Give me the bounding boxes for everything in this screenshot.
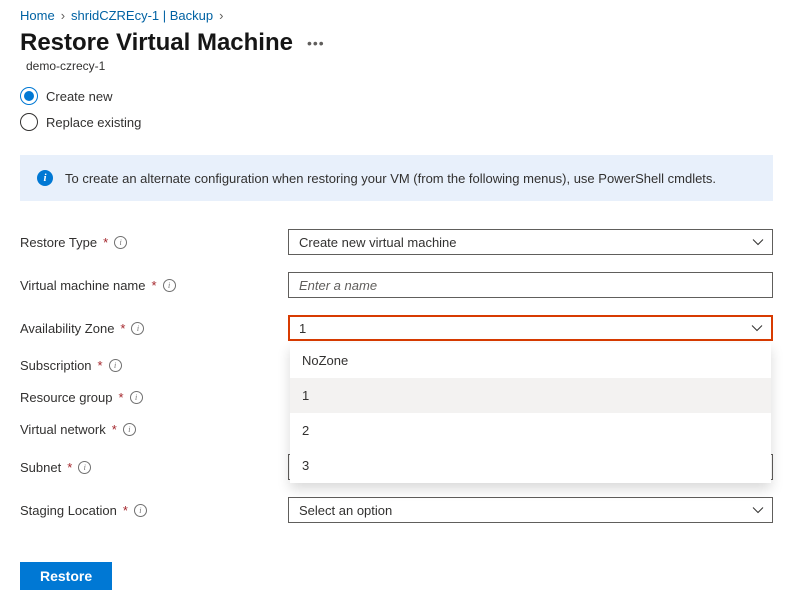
- virtual-network-label: Virtual network* i: [20, 422, 288, 437]
- breadcrumb-item[interactable]: shridCZREcy-1 | Backup: [71, 8, 213, 23]
- subnet-label: Subnet* i: [20, 460, 288, 475]
- info-banner: i To create an alternate configuration w…: [20, 155, 773, 201]
- info-banner-text: To create an alternate configuration whe…: [65, 171, 716, 186]
- breadcrumb: Home › shridCZREcy-1 | Backup ›: [20, 8, 773, 23]
- breadcrumb-home[interactable]: Home: [20, 8, 55, 23]
- page-title: Restore Virtual Machine: [20, 29, 293, 57]
- chevron-down-icon: [752, 236, 764, 248]
- chevron-down-icon: [752, 504, 764, 516]
- radio-replace-existing[interactable]: Replace existing: [20, 113, 773, 131]
- zone-option-2[interactable]: 2: [290, 413, 771, 448]
- chevron-right-icon: ›: [219, 8, 223, 23]
- help-icon[interactable]: i: [130, 391, 143, 404]
- help-icon[interactable]: i: [163, 279, 176, 292]
- page-subtitle: demo-czrecy-1: [26, 59, 773, 73]
- zone-option-1[interactable]: 1: [290, 378, 771, 413]
- help-icon[interactable]: i: [78, 461, 91, 474]
- help-icon[interactable]: i: [134, 504, 147, 517]
- restore-type-select[interactable]: Create new virtual machine: [288, 229, 773, 255]
- restore-type-label: Restore Type* i: [20, 235, 288, 250]
- vm-name-input[interactable]: [288, 272, 773, 298]
- radio-create-new[interactable]: Create new: [20, 87, 773, 105]
- zone-option-nozone[interactable]: NoZone: [290, 343, 771, 378]
- chevron-right-icon: ›: [61, 8, 65, 23]
- resource-group-label: Resource group* i: [20, 390, 288, 405]
- restore-button[interactable]: Restore: [20, 562, 112, 590]
- help-icon[interactable]: i: [114, 236, 127, 249]
- help-icon[interactable]: i: [131, 322, 144, 335]
- radio-icon: [20, 87, 38, 105]
- info-icon: i: [37, 170, 53, 186]
- radio-label: Create new: [46, 89, 112, 104]
- availability-zone-label: Availability Zone* i: [20, 321, 288, 336]
- radio-icon: [20, 113, 38, 131]
- help-icon[interactable]: i: [109, 359, 122, 372]
- zone-option-3[interactable]: 3: [290, 448, 771, 483]
- availability-zone-dropdown: NoZone 1 2 3: [290, 343, 771, 483]
- subscription-label: Subscription* i: [20, 358, 288, 373]
- help-icon[interactable]: i: [123, 423, 136, 436]
- vm-name-label: Virtual machine name* i: [20, 278, 288, 293]
- chevron-down-icon: [751, 322, 763, 334]
- availability-zone-select[interactable]: 1: [288, 315, 773, 341]
- more-icon[interactable]: •••: [307, 35, 325, 51]
- restore-mode-radio-group: Create new Replace existing: [20, 87, 773, 131]
- radio-label: Replace existing: [46, 115, 141, 130]
- staging-location-select[interactable]: Select an option: [288, 497, 773, 523]
- staging-location-label: Staging Location* i: [20, 503, 288, 518]
